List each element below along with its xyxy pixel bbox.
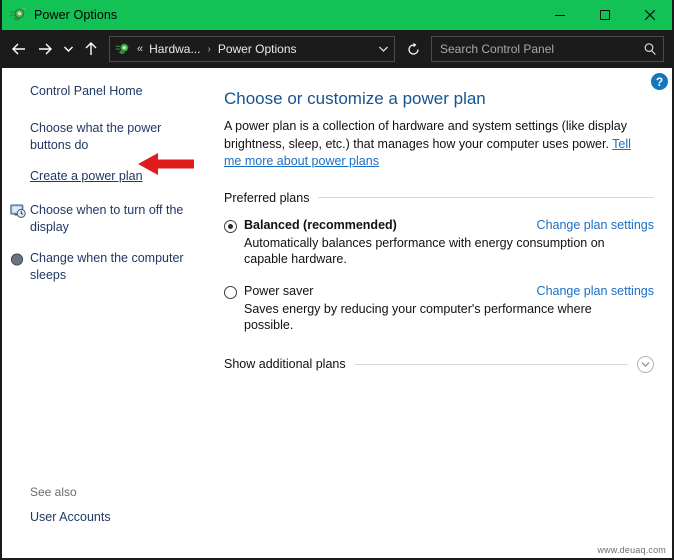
change-plan-settings-balanced[interactable]: Change plan settings [527,218,654,232]
change-plan-settings-power-saver[interactable]: Change plan settings [527,284,654,298]
content-area: Control Panel Home Choose what the power… [2,68,672,558]
close-button[interactable] [627,0,672,30]
back-arrow-icon[interactable] [6,34,32,64]
moon-sleep-icon [10,252,30,270]
intro-body: A power plan is a collection of hardware… [224,119,627,151]
plan-description: Saves energy by reducing your computer's… [244,301,592,333]
minimize-button[interactable] [537,0,582,30]
search-input[interactable]: Search Control Panel [432,42,637,56]
main-pane: ? Choose or customize a power plan A pow… [217,68,672,558]
plan-name[interactable]: Power saver [244,284,527,298]
sidebar-item-power-buttons[interactable]: Choose what the power buttons do [2,120,217,154]
show-additional-plans-label[interactable]: Show additional plans [224,357,355,371]
forward-arrow-icon[interactable] [32,34,58,64]
radio-power-saver[interactable] [224,285,237,299]
chevron-down-circle-icon[interactable] [637,355,654,373]
breadcrumb[interactable]: « Hardwa... › Power Options [109,36,395,62]
plan-row: Power saver Change plan settings [224,284,654,299]
intro-text: A power plan is a collection of hardware… [224,118,644,171]
recent-pages-chevron-down-icon[interactable] [58,34,78,64]
power-options-window: Power Options « Hardwa... › Power Option… [0,0,674,560]
sidebar-icon-placeholder [10,122,30,140]
power-plug-icon [9,6,27,24]
divider [354,363,628,365]
window-controls [537,0,672,30]
refresh-icon[interactable] [401,36,425,62]
plan-row: Balanced (recommended) Change plan setti… [224,218,654,233]
page-title: Choose or customize a power plan [224,89,486,108]
address-toolbar: « Hardwa... › Power Options Search Contr… [2,30,672,68]
preferred-plans-header: Preferred plans [224,191,654,205]
maximize-button[interactable] [582,0,627,30]
sidebar-item-label[interactable]: Choose when to turn off the display [30,202,205,236]
divider [318,197,654,198]
sidebar-item-label[interactable]: Change when the computer sleeps [30,250,205,284]
plan-description: Automatically balances performance with … [244,235,605,267]
breadcrumb-power-plug-icon [115,41,131,57]
breadcrumb-chevron-down-icon[interactable] [372,37,394,61]
breadcrumb-item-hardware[interactable]: Hardwa... [149,42,200,56]
sidebar-item-create-power-plan[interactable]: Create a power plan [2,168,217,188]
breadcrumb-overflow[interactable]: « [137,43,143,55]
sidebar-item-label[interactable]: Create a power plan [30,168,143,185]
help-icon[interactable]: ? [651,73,668,90]
plan-name[interactable]: Balanced (recommended) [244,218,527,232]
monitor-clock-icon [10,204,30,222]
search-box[interactable]: Search Control Panel [431,36,664,62]
sidebar-icon-placeholder [10,170,30,188]
plan-power-saver: Power saver Change plan settings Saves e… [224,284,654,334]
sidebar-item-control-panel-home[interactable]: Control Panel Home [2,84,143,98]
show-additional-plans-row[interactable]: Show additional plans [224,355,654,373]
breadcrumb-item-power-options[interactable]: Power Options [218,42,297,56]
window-title: Power Options [34,8,118,22]
title-bar: Power Options [2,0,672,30]
plan-balanced: Balanced (recommended) Change plan setti… [224,218,654,268]
sidebar-item-label[interactable]: Choose what the power buttons do [30,120,205,154]
see-also-section: See also User Accounts [30,485,111,524]
radio-balanced[interactable] [224,219,237,233]
breadcrumb-separator: › [207,43,211,55]
watermark: www.deuaq.com [597,545,666,555]
sidebar-item-computer-sleeps[interactable]: Change when the computer sleeps [2,250,217,284]
sidebar: Control Panel Home Choose what the power… [2,68,217,558]
up-arrow-icon[interactable] [78,34,104,64]
sidebar-item-turn-off-display[interactable]: Choose when to turn off the display [2,202,217,236]
see-also-item-user-accounts[interactable]: User Accounts [30,510,111,524]
search-icon[interactable] [637,37,663,61]
see-also-title: See also [30,485,77,499]
preferred-plans-label: Preferred plans [224,190,310,205]
